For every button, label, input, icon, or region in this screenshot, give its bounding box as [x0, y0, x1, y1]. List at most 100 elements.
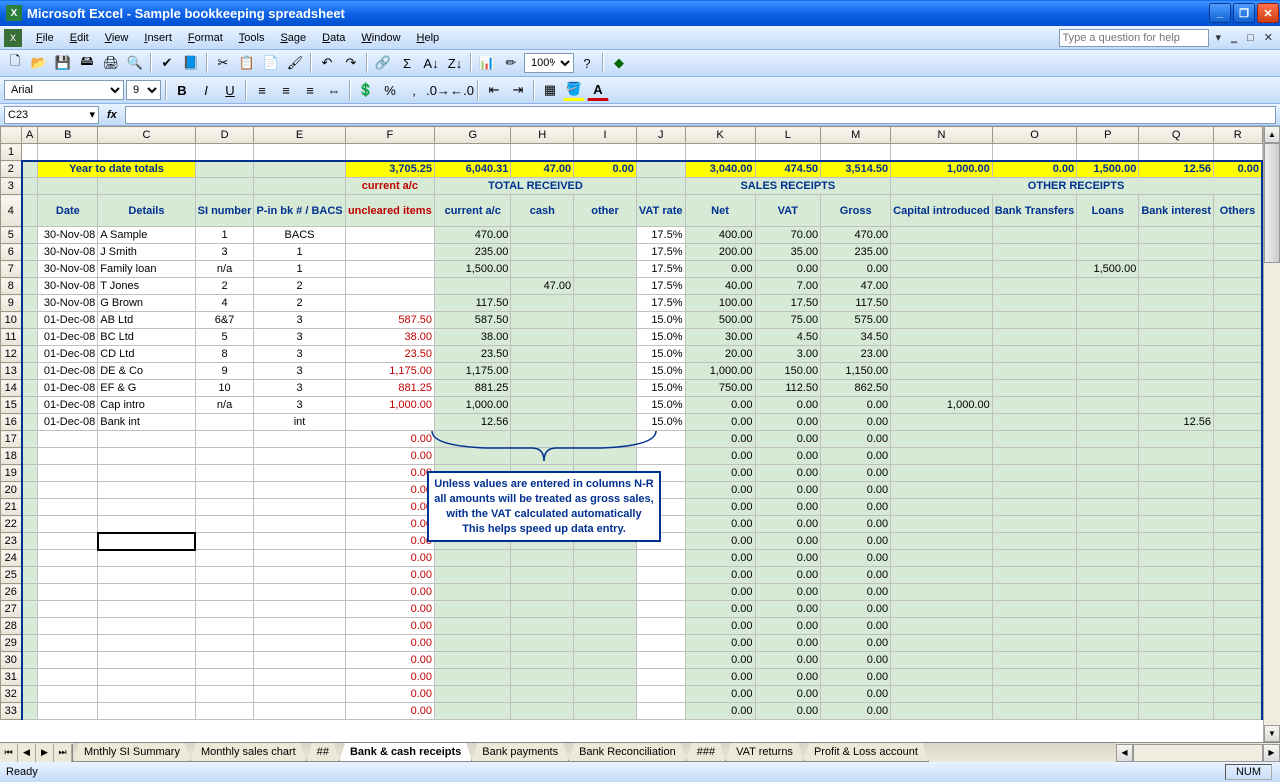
cell-N28[interactable]	[891, 618, 993, 635]
scroll-up-icon[interactable]: ▲	[1264, 126, 1280, 143]
cell-total-received-header[interactable]: TOTAL RECEIVED	[435, 178, 637, 195]
decrease-indent-button[interactable]: ⇤	[483, 79, 505, 101]
cell-P8[interactable]	[1077, 278, 1139, 295]
cell-B23[interactable]	[38, 533, 98, 550]
cell-M12[interactable]: 23.00	[821, 346, 891, 363]
cell-C16[interactable]: Bank int	[98, 414, 195, 431]
cell-A30[interactable]	[22, 652, 38, 669]
row-header-31[interactable]: 31	[1, 669, 22, 686]
cell-N33[interactable]	[891, 703, 993, 720]
cell-D23[interactable]	[195, 533, 254, 550]
cell-J6[interactable]: 17.5%	[636, 244, 685, 261]
cell-R8[interactable]	[1214, 278, 1262, 295]
row-header-30[interactable]: 30	[1, 652, 22, 669]
cell-P6[interactable]	[1077, 244, 1139, 261]
cell-B31[interactable]	[38, 669, 98, 686]
cell-R12[interactable]	[1214, 346, 1262, 363]
cell-D22[interactable]	[195, 516, 254, 533]
cell-R30[interactable]	[1214, 652, 1262, 669]
cell-N31[interactable]	[891, 669, 993, 686]
cell-P4[interactable]: Loans	[1077, 195, 1139, 227]
zoom-select[interactable]: 100%	[524, 53, 574, 73]
cell-I4[interactable]: other	[574, 195, 637, 227]
cell-K15[interactable]: 0.00	[685, 397, 755, 414]
cell-R7[interactable]	[1214, 261, 1262, 278]
cell-L12[interactable]: 3.00	[755, 346, 821, 363]
cell-M33[interactable]: 0.00	[821, 703, 891, 720]
cell-K32[interactable]: 0.00	[685, 686, 755, 703]
cell-M9[interactable]: 117.50	[821, 295, 891, 312]
cell-M20[interactable]: 0.00	[821, 482, 891, 499]
spelling-button[interactable]: ✔	[156, 52, 178, 74]
increase-decimal-button[interactable]: .0→	[427, 79, 449, 101]
chart-button[interactable]: 📊	[476, 52, 498, 74]
cell-L6[interactable]: 35.00	[755, 244, 821, 261]
merge-center-button[interactable]: ⇔	[323, 79, 345, 101]
cell-Q22[interactable]	[1139, 516, 1214, 533]
cell-H26[interactable]	[511, 584, 574, 601]
cell-O8[interactable]	[992, 278, 1076, 295]
cell-K8[interactable]: 40.00	[685, 278, 755, 295]
cell-E9[interactable]: 2	[254, 295, 345, 312]
cell-G26[interactable]	[435, 584, 511, 601]
cell-B27[interactable]	[38, 601, 98, 618]
cell-A12[interactable]	[22, 346, 38, 363]
percent-button[interactable]: %	[379, 79, 401, 101]
cell-C32[interactable]	[98, 686, 195, 703]
cell-D1[interactable]	[195, 144, 254, 161]
cell-L28[interactable]: 0.00	[755, 618, 821, 635]
sheet-tab-4[interactable]: Bank payments	[471, 743, 569, 762]
cell-B24[interactable]	[38, 550, 98, 567]
cell-G10[interactable]: 587.50	[435, 312, 511, 329]
cell-M21[interactable]: 0.00	[821, 499, 891, 516]
cell-K30[interactable]: 0.00	[685, 652, 755, 669]
cell-G24[interactable]	[435, 550, 511, 567]
cell-R29[interactable]	[1214, 635, 1262, 652]
tab-last-button[interactable]: ⏭	[54, 744, 72, 762]
cell-B15[interactable]: 01-Dec-08	[38, 397, 98, 414]
cell-N24[interactable]	[891, 550, 993, 567]
cell-D6[interactable]: 3	[195, 244, 254, 261]
cell-Q1[interactable]	[1139, 144, 1214, 161]
cell-J7[interactable]: 17.5%	[636, 261, 685, 278]
cell-A33[interactable]	[22, 703, 38, 720]
font-select[interactable]: Arial	[4, 80, 124, 100]
cell-H9[interactable]	[511, 295, 574, 312]
cell-L15[interactable]: 0.00	[755, 397, 821, 414]
cell-A8[interactable]	[22, 278, 38, 295]
cell-G33[interactable]	[435, 703, 511, 720]
cell-E5[interactable]: BACS	[254, 227, 345, 244]
cell-M29[interactable]: 0.00	[821, 635, 891, 652]
row-header-2[interactable]: 2	[1, 161, 22, 178]
cell-H33[interactable]	[511, 703, 574, 720]
cell-A19[interactable]	[22, 465, 38, 482]
cell-O6[interactable]	[992, 244, 1076, 261]
cell-P25[interactable]	[1077, 567, 1139, 584]
row-header-21[interactable]: 21	[1, 499, 22, 516]
cell-O7[interactable]	[992, 261, 1076, 278]
cell-F30[interactable]: 0.00	[345, 652, 434, 669]
cell-D21[interactable]	[195, 499, 254, 516]
cell-J3[interactable]	[636, 178, 685, 195]
cell-D33[interactable]	[195, 703, 254, 720]
cell-Q16[interactable]: 12.56	[1139, 414, 1214, 431]
cell-H31[interactable]	[511, 669, 574, 686]
cell-H30[interactable]	[511, 652, 574, 669]
col-header-Q[interactable]: Q	[1139, 127, 1214, 144]
cell-P21[interactable]	[1077, 499, 1139, 516]
open-button[interactable]: 📂	[28, 52, 50, 74]
sheet-tab-7[interactable]: VAT returns	[725, 743, 804, 762]
cell-J9[interactable]: 17.5%	[636, 295, 685, 312]
cell-D11[interactable]: 5	[195, 329, 254, 346]
cell-L30[interactable]: 0.00	[755, 652, 821, 669]
cell-G29[interactable]	[435, 635, 511, 652]
cell-E11[interactable]: 3	[254, 329, 345, 346]
cell-P9[interactable]	[1077, 295, 1139, 312]
paste-button[interactable]: 📄	[260, 52, 282, 74]
cell-N20[interactable]	[891, 482, 993, 499]
cell-I24[interactable]	[574, 550, 637, 567]
cell-F12[interactable]: 23.50	[345, 346, 434, 363]
row-header-10[interactable]: 10	[1, 312, 22, 329]
cell-H27[interactable]	[511, 601, 574, 618]
cell-J1[interactable]	[636, 144, 685, 161]
